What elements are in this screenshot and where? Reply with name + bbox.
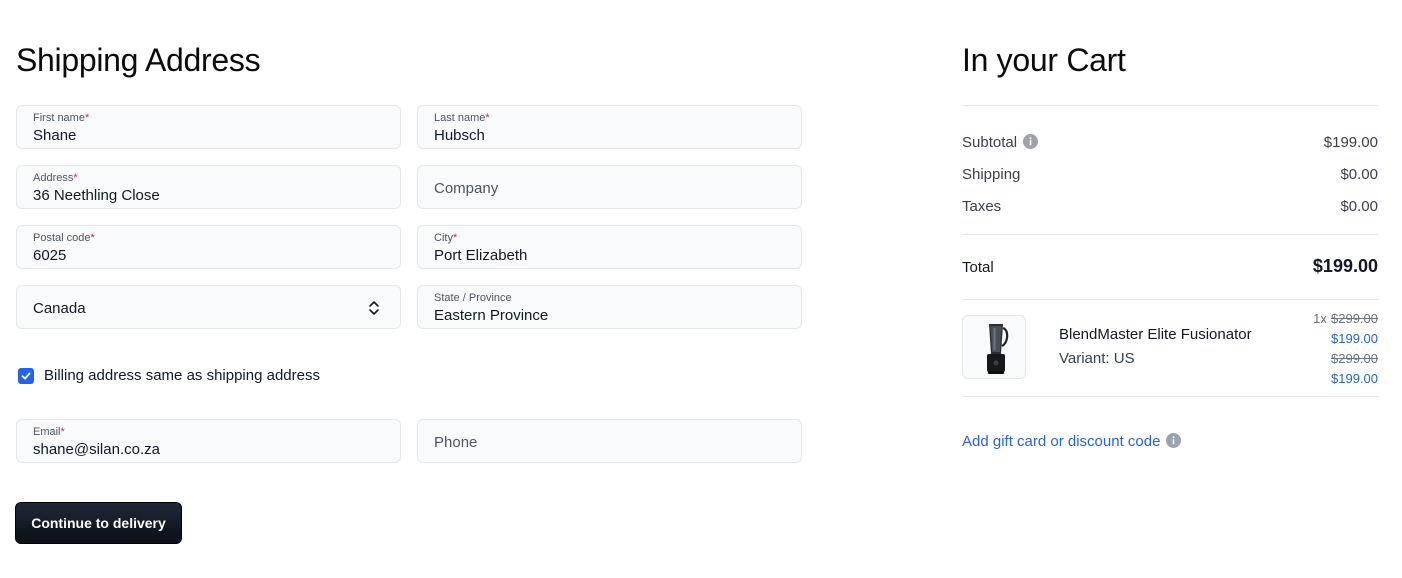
city-field[interactable]: City* Port Elizabeth: [417, 225, 802, 269]
item-quantity: 1x: [1313, 311, 1327, 326]
required-mark: *: [60, 426, 65, 438]
state-label: State / Province: [434, 292, 512, 304]
billing-same-label[interactable]: Billing address same as shipping address: [44, 367, 320, 384]
address-field[interactable]: Address* 36 Neethling Close: [16, 165, 401, 209]
total-original-price: $299.00: [1331, 351, 1378, 366]
divider: [962, 299, 1378, 300]
divider: [962, 234, 1378, 235]
required-mark: *: [452, 232, 458, 244]
divider: [962, 396, 1378, 397]
required-mark: *: [90, 232, 95, 244]
postal-code-field[interactable]: Postal code* 6025: [16, 225, 401, 269]
taxes-label: Taxes: [962, 198, 1002, 215]
taxes-value: $0.00: [1340, 198, 1378, 215]
divider: [962, 105, 1378, 106]
last-name-label: Last name: [434, 112, 486, 124]
info-icon[interactable]: [1166, 433, 1182, 448]
city-label: City: [434, 232, 453, 244]
gift-card-link[interactable]: Add gift card or discount code: [962, 433, 1160, 450]
required-mark: *: [485, 112, 490, 124]
last-name-field[interactable]: Last name* Hubsch: [417, 105, 802, 149]
unit-sale-price: $199.00: [1331, 331, 1378, 346]
company-field[interactable]: Company: [417, 165, 802, 209]
product-thumbnail[interactable]: [962, 315, 1026, 379]
total-label: Total: [962, 259, 994, 276]
phone-placeholder: Phone: [434, 434, 478, 451]
continue-to-delivery-button[interactable]: Continue to delivery: [15, 502, 182, 544]
check-icon: [21, 372, 31, 379]
email-label: Email: [33, 426, 61, 438]
subtotal-label: Subtotal: [962, 134, 1018, 151]
total-value: $199.00: [1312, 256, 1378, 276]
phone-field[interactable]: Phone: [417, 419, 802, 463]
first-name-label: First name: [33, 112, 85, 124]
required-mark: *: [73, 172, 78, 184]
shipping-label: Shipping: [962, 166, 1021, 183]
subtotal-value: $199.00: [1323, 134, 1378, 151]
postal-code-label: Postal code: [33, 232, 91, 244]
email-value: shane@silan.co.za: [33, 441, 160, 458]
last-name-value: Hubsch: [434, 127, 485, 144]
shipping-value: $0.00: [1340, 166, 1378, 183]
billing-same-row: Billing address same as shipping address: [18, 367, 320, 384]
product-name: BlendMaster Elite Fusionator: [1059, 326, 1252, 343]
billing-same-checkbox[interactable]: [18, 367, 34, 384]
product-variant: Variant: US: [1059, 350, 1135, 367]
country-selected: Canada: [33, 300, 86, 317]
chevron-up-down-icon: [369, 301, 379, 315]
address-value: 36 Neethling Close: [33, 187, 160, 204]
info-icon[interactable]: [1023, 134, 1039, 149]
blender-product-image: [987, 324, 1009, 374]
unit-original-price: $299.00: [1331, 311, 1378, 326]
email-field[interactable]: Email* shane@silan.co.za: [16, 419, 401, 463]
first-name-field[interactable]: First name* Shane: [16, 105, 401, 149]
cart-title: In your Cart: [962, 42, 1126, 78]
first-name-value: Shane: [33, 127, 77, 144]
required-mark: *: [84, 112, 90, 124]
state-field[interactable]: State / Province Eastern Province: [417, 285, 802, 329]
address-label: Address: [33, 172, 74, 184]
city-value: Port Elizabeth: [434, 247, 528, 264]
postal-code-value: 6025: [33, 247, 67, 264]
total-sale-price: $199.00: [1331, 371, 1378, 386]
shipping-title: Shipping Address: [16, 42, 261, 78]
country-select[interactable]: Canada: [16, 285, 401, 329]
company-placeholder: Company: [434, 180, 499, 197]
state-value: Eastern Province: [434, 307, 549, 324]
